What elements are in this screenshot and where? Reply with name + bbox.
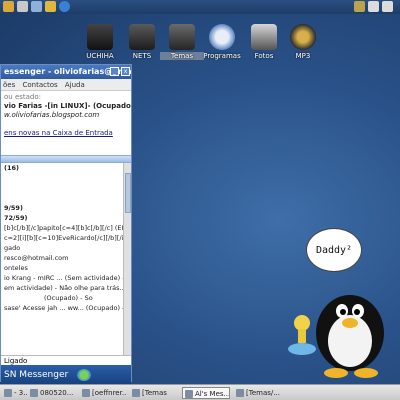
tux-penguin-icon (288, 295, 384, 378)
personal-message[interactable]: w.oliviofarias.blogspot.com (4, 111, 128, 120)
top-panel (0, 0, 400, 14)
desktop-icon-programas[interactable]: Programas (200, 24, 244, 60)
window-icon[interactable] (354, 1, 365, 12)
taskbar-item[interactable]: - 3... (2, 387, 27, 399)
taskbar-item[interactable]: 080520... (28, 387, 76, 399)
display-name[interactable]: vio Farias -[in LINUX]- (Ocupado) (4, 102, 131, 111)
scrollbar-thumb[interactable] (125, 173, 131, 213)
contact-group[interactable]: (16) (4, 163, 131, 173)
menu-item-contacts[interactable]: Contactos (22, 81, 57, 89)
desktop-icon-mp3[interactable]: MP3 (281, 24, 325, 60)
drive-icon (87, 24, 113, 50)
status-prompt: ou estado: (4, 93, 42, 101)
list-item[interactable]: em actividade) - Não olhe para trás... o… (4, 283, 131, 293)
trash-icon[interactable] (31, 1, 42, 12)
folder-icon[interactable] (3, 1, 14, 12)
messenger-window[interactable]: essenger - oliviofarias@gma _ x ões Cont… (0, 64, 132, 385)
tux-bird-icon (209, 24, 235, 50)
scrollbar[interactable] (123, 163, 131, 355)
home-icon[interactable] (17, 1, 28, 12)
list-item[interactable]: (Ocupado) - So (4, 293, 131, 303)
list-item[interactable]: [b]c[/b][/c]papito[c=4][b]c[/b][/c] (ER.… (4, 223, 131, 233)
desktop-icon-nets[interactable]: NETS (120, 24, 164, 60)
contact-list[interactable]: (16) 9/59) 72/59) [b]c[/b][/c]papito[c=4… (1, 163, 131, 355)
tux-folder-icon (129, 24, 155, 50)
menu-bar: ões Contactos Ajuda (1, 79, 131, 91)
list-item[interactable]: io Krang - mIRC ... (Sem actividade) - P… (4, 273, 131, 283)
tux-folder-icon (169, 24, 195, 50)
taskbar: - 3... 080520... [oeffnrer... [Temas Al'… (0, 384, 400, 400)
list-item[interactable]: c=2][i][b][c=10]EveRicardo[/c][/b][/i] .… (4, 233, 131, 243)
close-icon[interactable]: x (121, 67, 130, 76)
search-bar[interactable] (1, 155, 131, 163)
status-selector[interactable]: Ligado (1, 355, 131, 365)
window-icon[interactable] (368, 1, 379, 12)
desktop-icon-fotos[interactable]: Fotos (242, 24, 286, 60)
taskbar-item[interactable]: [oeffnrer... (80, 387, 127, 399)
msn-buddies-icon (77, 368, 92, 381)
taskbar-item[interactable]: [Temas/... (234, 387, 282, 399)
menu-item-help[interactable]: Ajuda (65, 81, 85, 89)
speech-bubble: Daddy² (306, 228, 362, 272)
msn-logo-bar: SN Messenger (1, 365, 131, 385)
personal-status-panel: ou estado: vio Farias -[in LINUX]- (Ocup… (1, 91, 131, 155)
window-icon[interactable] (382, 1, 393, 12)
contact-group[interactable]: 9/59) (4, 203, 131, 213)
music-folder-icon (290, 24, 316, 50)
network-icon[interactable] (45, 1, 56, 12)
menu-item-options[interactable]: ões (3, 81, 15, 89)
taskbar-item-active[interactable]: Al's Mes... (182, 387, 230, 399)
desktop-icon-uchiha[interactable]: UCHIHA (78, 24, 122, 60)
web-browser-icon[interactable] (59, 1, 70, 12)
mail-notice-link[interactable]: ens novas na Caixa de Entrada (4, 129, 128, 138)
list-item[interactable]: gado (4, 243, 131, 253)
minimize-icon[interactable]: _ (110, 67, 119, 76)
desktop-icon-temas[interactable]: Temas (160, 24, 204, 60)
list-item[interactable]: resco@hotmail.com (4, 253, 131, 263)
contact-group[interactable]: 72/59) (4, 213, 131, 223)
list-item[interactable]: onteles (4, 263, 131, 273)
photo-folder-icon (251, 24, 277, 50)
msn-logo-text: SN Messenger (4, 370, 69, 380)
list-item[interactable]: sase' Acesse jah ... ww... (Ocupado) - S… (4, 303, 131, 313)
taskbar-item[interactable]: [Temas (130, 387, 178, 399)
